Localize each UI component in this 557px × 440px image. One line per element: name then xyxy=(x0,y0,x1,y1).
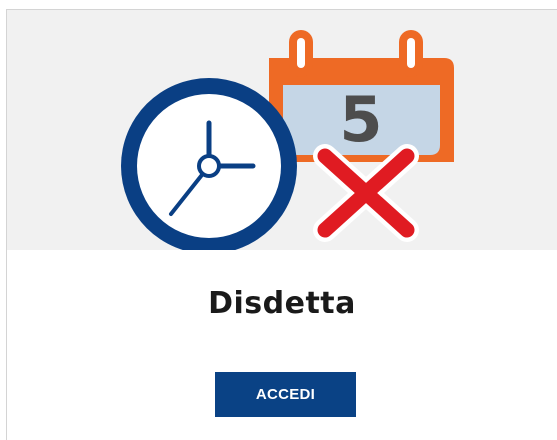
cancellation-illustration: 5 xyxy=(121,30,454,250)
cancel-x-icon xyxy=(313,144,419,242)
card-title: Disdetta xyxy=(208,286,356,321)
access-button[interactable]: ACCEDI xyxy=(215,372,356,417)
card-illustration: 5 xyxy=(7,10,557,250)
service-card: 5 Disdetta ACCEDI xyxy=(6,9,557,440)
calendar-icon: 5 xyxy=(269,30,454,162)
calendar-day-number: 5 xyxy=(339,83,382,156)
clock-icon xyxy=(121,78,297,250)
